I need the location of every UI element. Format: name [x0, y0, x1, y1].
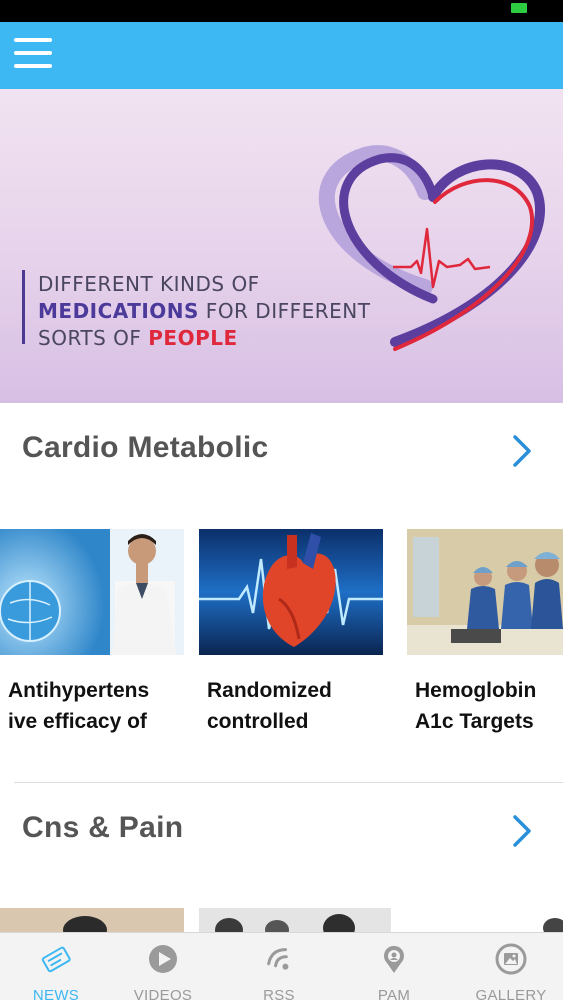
banner-highlight-people: PEOPLE [148, 326, 238, 350]
tab-gallery[interactable]: GALLERY [455, 933, 563, 1000]
article-thumbnail-surgical-team [407, 529, 563, 655]
section-header-cns-pain[interactable]: Cns & Pain [0, 783, 563, 873]
tab-label: NEWS [32, 987, 80, 1000]
tab-label: RSS [263, 987, 295, 1000]
section-title: Cardio Metabolic [22, 431, 269, 464]
article-card[interactable]: Antihypertens ive efficacy of [0, 529, 192, 733]
banner-line-2-rest: FOR DIFFERENT [198, 299, 371, 323]
gallery-icon [495, 943, 527, 975]
app-screen: DIFFERENT KINDS OF MEDICATIONS FOR DIFFE… [0, 0, 563, 1000]
article-title-line-1: Hemoglobin [415, 679, 537, 702]
article-title-line-1: Randomized [207, 679, 332, 702]
pam-icon [384, 945, 404, 973]
top-app-bar [0, 22, 563, 89]
banner-line-2: MEDICATIONS FOR DIFFERENT [38, 298, 370, 325]
banner-highlight-medications: MEDICATIONS [38, 299, 199, 323]
article-title-line-2: A1c Targets [415, 710, 534, 733]
bottom-tab-bar: NEWS VIDEOS RSS PAM GALLERY [0, 932, 563, 1000]
banner-accent-line [22, 270, 25, 344]
tab-rss[interactable]: RSS [223, 933, 335, 1000]
rss-icon [267, 948, 289, 970]
article-title-line-1: Antihypertens [8, 679, 150, 702]
banner-line-1: DIFFERENT KINDS OF [38, 272, 260, 296]
article-thumbnail-doctor-globe [0, 529, 184, 655]
banner-headline: DIFFERENT KINDS OF MEDICATIONS FOR DIFFE… [38, 271, 370, 352]
banner-line-3-prefix: SORTS OF [38, 326, 149, 350]
tab-label: GALLERY [475, 987, 547, 1000]
news-icon [41, 946, 71, 973]
tab-videos[interactable]: VIDEOS [107, 933, 219, 1000]
article-title-line-2: controlled [207, 710, 309, 733]
article-title: Antihypertens ive efficacy of [8, 675, 192, 737]
hero-banner[interactable]: DIFFERENT KINDS OF MEDICATIONS FOR DIFFE… [0, 89, 563, 403]
article-thumbnail-partial[interactable] [407, 908, 563, 932]
chevron-right-icon[interactable] [511, 433, 533, 469]
tab-pam[interactable]: PAM [338, 933, 450, 1000]
article-thumbnail-heart [199, 529, 383, 655]
chevron-right-icon[interactable] [511, 813, 533, 849]
status-bar [0, 0, 563, 22]
article-thumbnail-partial[interactable] [0, 908, 184, 932]
banner-line-3: SORTS OF PEOPLE [38, 325, 370, 352]
article-card[interactable]: Randomized controlled [199, 529, 391, 733]
article-title: Hemoglobin A1c Targets [415, 675, 563, 737]
tab-label: VIDEOS [133, 987, 193, 1000]
hamburger-menu-icon[interactable] [14, 38, 52, 72]
tab-news[interactable]: NEWS [0, 933, 112, 1000]
article-card[interactable]: Hemoglobin A1c Targets [407, 529, 563, 733]
section-title: Cns & Pain [22, 811, 184, 844]
tab-label: PAM [377, 987, 411, 1000]
section-header-cardio-metabolic[interactable]: Cardio Metabolic [0, 403, 563, 493]
battery-icon [511, 3, 527, 13]
play-icon [149, 945, 177, 973]
article-title-line-2: ive efficacy of [8, 710, 147, 733]
article-thumbnail-partial[interactable] [199, 908, 391, 932]
article-title: Randomized controlled [207, 675, 391, 737]
